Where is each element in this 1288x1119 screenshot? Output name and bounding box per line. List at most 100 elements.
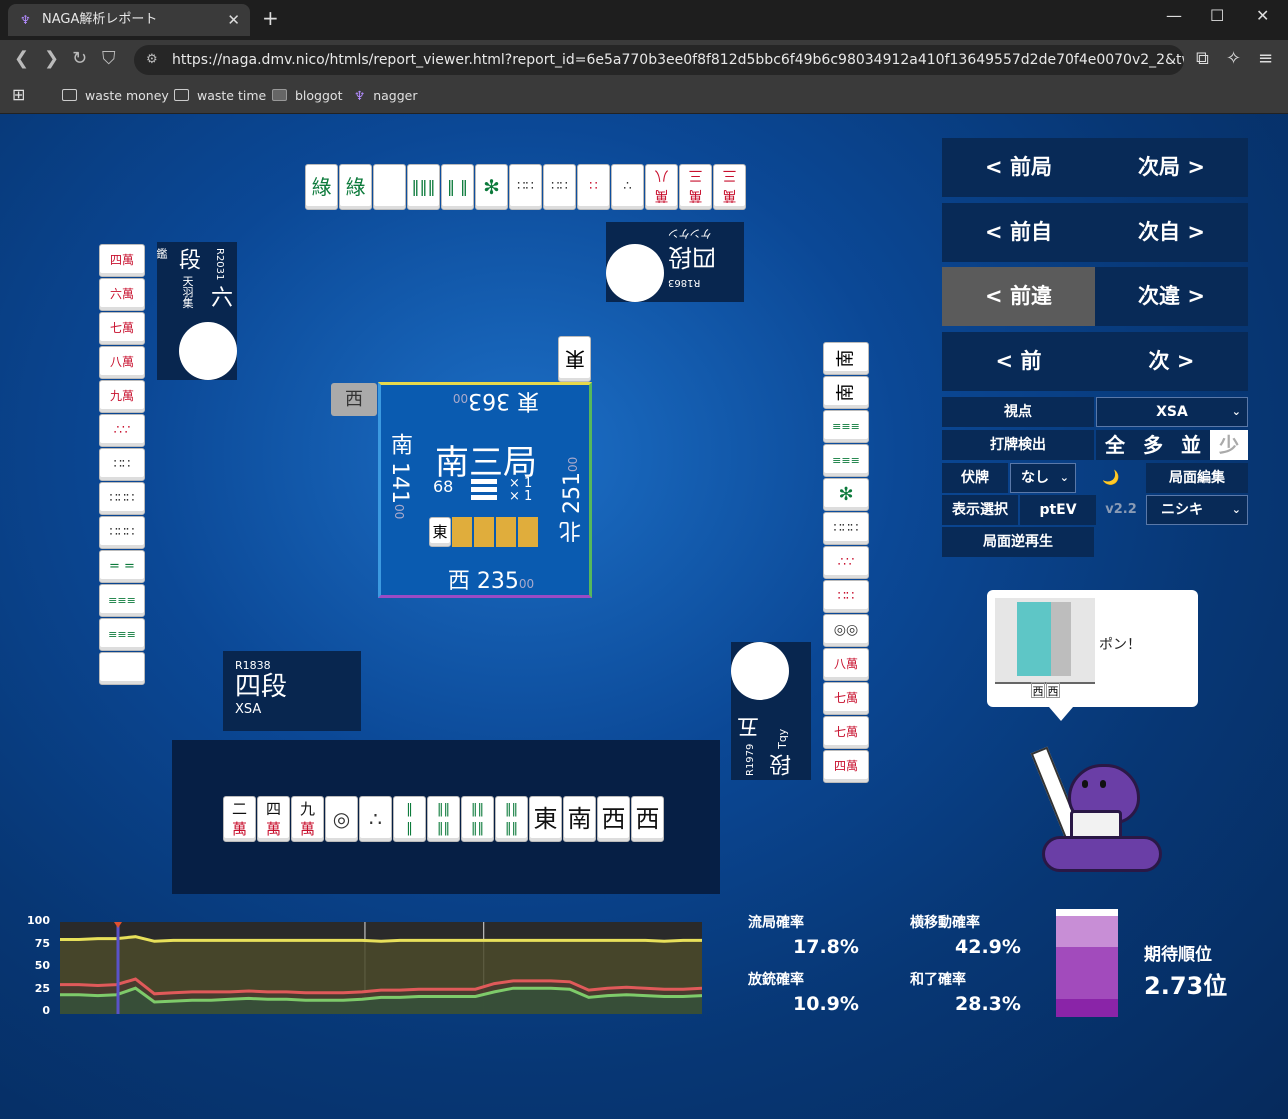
dead-wall [452, 517, 538, 547]
self-rating: R1838 [235, 659, 271, 672]
expected-rank-value: 2.73位 [1144, 972, 1228, 1000]
probability-chart: 100 75 50 25 0 [20, 914, 710, 1024]
next-self-button[interactable]: 次自 > [1095, 203, 1248, 262]
hand-tile[interactable]: ‖ ‖ [393, 796, 426, 842]
hand-tile[interactable]: 四萬 [257, 796, 290, 842]
discard-tile: ◎◎ [823, 614, 869, 647]
discard-tile: ✻ [823, 478, 869, 511]
bookmark-bloggot[interactable]: bloggot [272, 88, 342, 103]
hand-tile[interactable]: ∴ [359, 796, 392, 842]
hand-tile[interactable]: ‖‖ ‖‖ [495, 796, 528, 842]
extensions-icon[interactable]: ⧉ [1196, 48, 1209, 69]
discard-tile: ∴∵ [823, 546, 869, 579]
hand-tile[interactable]: 西 [597, 796, 630, 842]
apps-icon[interactable]: ⊞ [12, 85, 25, 104]
discard-tile: ∷∷ [509, 164, 542, 210]
moon-icon[interactable]: 🌙 [1078, 463, 1144, 493]
ptev-button[interactable]: ptEV [1020, 495, 1096, 525]
prev-button[interactable]: < 前 [942, 332, 1095, 391]
site-info-icon[interactable]: ⚙ [146, 45, 158, 75]
hand-tile[interactable]: ‖‖ ‖‖ [427, 796, 460, 842]
next-button[interactable]: 次 > [1095, 332, 1248, 391]
model-select[interactable]: ニシキ ⌄ [1146, 495, 1248, 525]
version-label: v2.2 [1105, 502, 1137, 517]
self-nav: < 前自 次自 > [942, 203, 1248, 262]
round-nav: < 前局 次局 > [942, 138, 1248, 197]
back-icon[interactable]: ❮ [14, 48, 29, 69]
bookmark-icon[interactable]: ⛉ [102, 48, 116, 69]
display-select-label: 表示選択 [942, 495, 1018, 525]
hand-tile[interactable]: ◎ [325, 796, 358, 842]
top-name: ケンケン [668, 227, 712, 240]
hidden-select[interactable]: なし ⌄ [1010, 463, 1076, 493]
maximize-icon[interactable]: ☐ [1210, 6, 1224, 25]
detect-normal-button[interactable]: 並 [1172, 430, 1210, 460]
discard-tile: ∷ [577, 164, 610, 210]
bookmark-waste-time[interactable]: waste time [174, 88, 266, 103]
stick-counts: × 1 × 1 [509, 476, 533, 504]
hand-tile[interactable]: 東 [529, 796, 562, 842]
detect-all-button[interactable]: 全 [1096, 430, 1134, 460]
prev-round-button[interactable]: < 前局 [942, 138, 1095, 197]
next-round-button[interactable]: 次局 > [1095, 138, 1248, 197]
hand-tile[interactable]: 西 [631, 796, 664, 842]
chevron-down-icon: ⌄ [1059, 471, 1069, 484]
discard-detect-label: 打牌検出 [942, 430, 1094, 460]
browser-tab[interactable]: ♆ NAGA解析レポート ✕ [8, 4, 250, 36]
discard-tile [99, 652, 145, 685]
discard-tile: 七萬 [823, 682, 869, 715]
top-rank: 四段 [668, 243, 716, 271]
discard-tile: 七萬 [99, 312, 145, 345]
right-player-plate: R1979 五段 Tqy [731, 642, 811, 780]
naga-mascot-icon [1028, 746, 1168, 880]
url-text: https://naga.dmv.nico/htmls/report_viewe… [172, 52, 1184, 68]
prev-self-button[interactable]: < 前自 [942, 203, 1095, 262]
seat-wind-marker: 西 [331, 383, 377, 416]
discard-tile: 七萬 [823, 716, 869, 749]
honba-count: 68 [433, 477, 454, 496]
hand-tile[interactable]: 南 [563, 796, 596, 842]
minimize-icon[interactable]: — [1166, 6, 1182, 25]
discard-tile: ≡≡≡ [99, 584, 145, 617]
discard-tile: 萬八 [645, 164, 678, 210]
discard-tile: ∷∷ [823, 580, 869, 613]
south-score: 南 14100 [387, 433, 412, 520]
self-player-plate: R1838 四段 XSA [223, 651, 361, 731]
folder-icon [174, 89, 189, 101]
hand-tile[interactable]: 九萬 [291, 796, 324, 842]
chart-plot[interactable] [60, 922, 702, 1014]
top-discards: 綠 綠 ‖‖‖ ‖ ‖ ✻ ∷∷ ∷∷ ∷ ∴ 萬八 萬三 萬三 [305, 164, 746, 211]
bookmark-label: nagger [373, 88, 418, 103]
naga-speech-bubble: 西 西 ポン！ [987, 590, 1198, 721]
prev-diff-button[interactable]: < 前違 [942, 267, 1095, 326]
detect-many-button[interactable]: 多 [1134, 430, 1172, 460]
address-bar[interactable]: ⚙ https://naga.dmv.nico/htmls/report_vie… [134, 45, 1184, 75]
naga-report-viewer: 綠 綠 ‖‖‖ ‖ ‖ ✻ ∷∷ ∷∷ ∷ ∴ 萬八 萬三 萬三 R1863 四… [0, 114, 1288, 1119]
bookmark-nagger[interactable]: ♆ nagger [354, 88, 418, 103]
y-tick-label: 0 [42, 1004, 50, 1017]
forward-icon[interactable]: ❯ [44, 48, 59, 69]
discard-tile: 綠 [339, 164, 372, 210]
reverse-play-button[interactable]: 局面逆再生 [942, 527, 1094, 557]
reload-icon[interactable]: ↻ [72, 48, 87, 69]
menu-icon[interactable]: ≡ [1258, 48, 1273, 69]
discard-tile: ∴ [611, 164, 644, 210]
bubble-tile: 西 [1031, 682, 1045, 698]
dora-indicator-tile: 東 [429, 517, 451, 547]
hand-tile[interactable]: 二萬 [223, 796, 256, 842]
naga-favicon-icon: ♆ [354, 88, 366, 103]
bookmark-waste-money[interactable]: waste money [62, 88, 169, 103]
edit-position-button[interactable]: 局面編集 [1146, 463, 1248, 493]
puzzle-icon[interactable]: ✧ [1226, 48, 1241, 69]
next-diff-button[interactable]: 次違 > [1095, 267, 1248, 326]
step-nav: < 前 次 > [942, 332, 1248, 391]
discard-tile: ✻ [475, 164, 508, 210]
detect-few-button[interactable]: 少 [1210, 430, 1248, 460]
new-tab-icon[interactable]: + [262, 6, 279, 30]
close-tab-icon[interactable]: ✕ [227, 4, 240, 36]
window-close-icon[interactable]: ✕ [1256, 6, 1269, 25]
hand-tile[interactable]: ‖‖ ‖‖ [461, 796, 494, 842]
viewpoint-select[interactable]: XSA ⌄ [1096, 397, 1248, 427]
stick-icon [471, 479, 497, 503]
page-icon [272, 89, 287, 101]
